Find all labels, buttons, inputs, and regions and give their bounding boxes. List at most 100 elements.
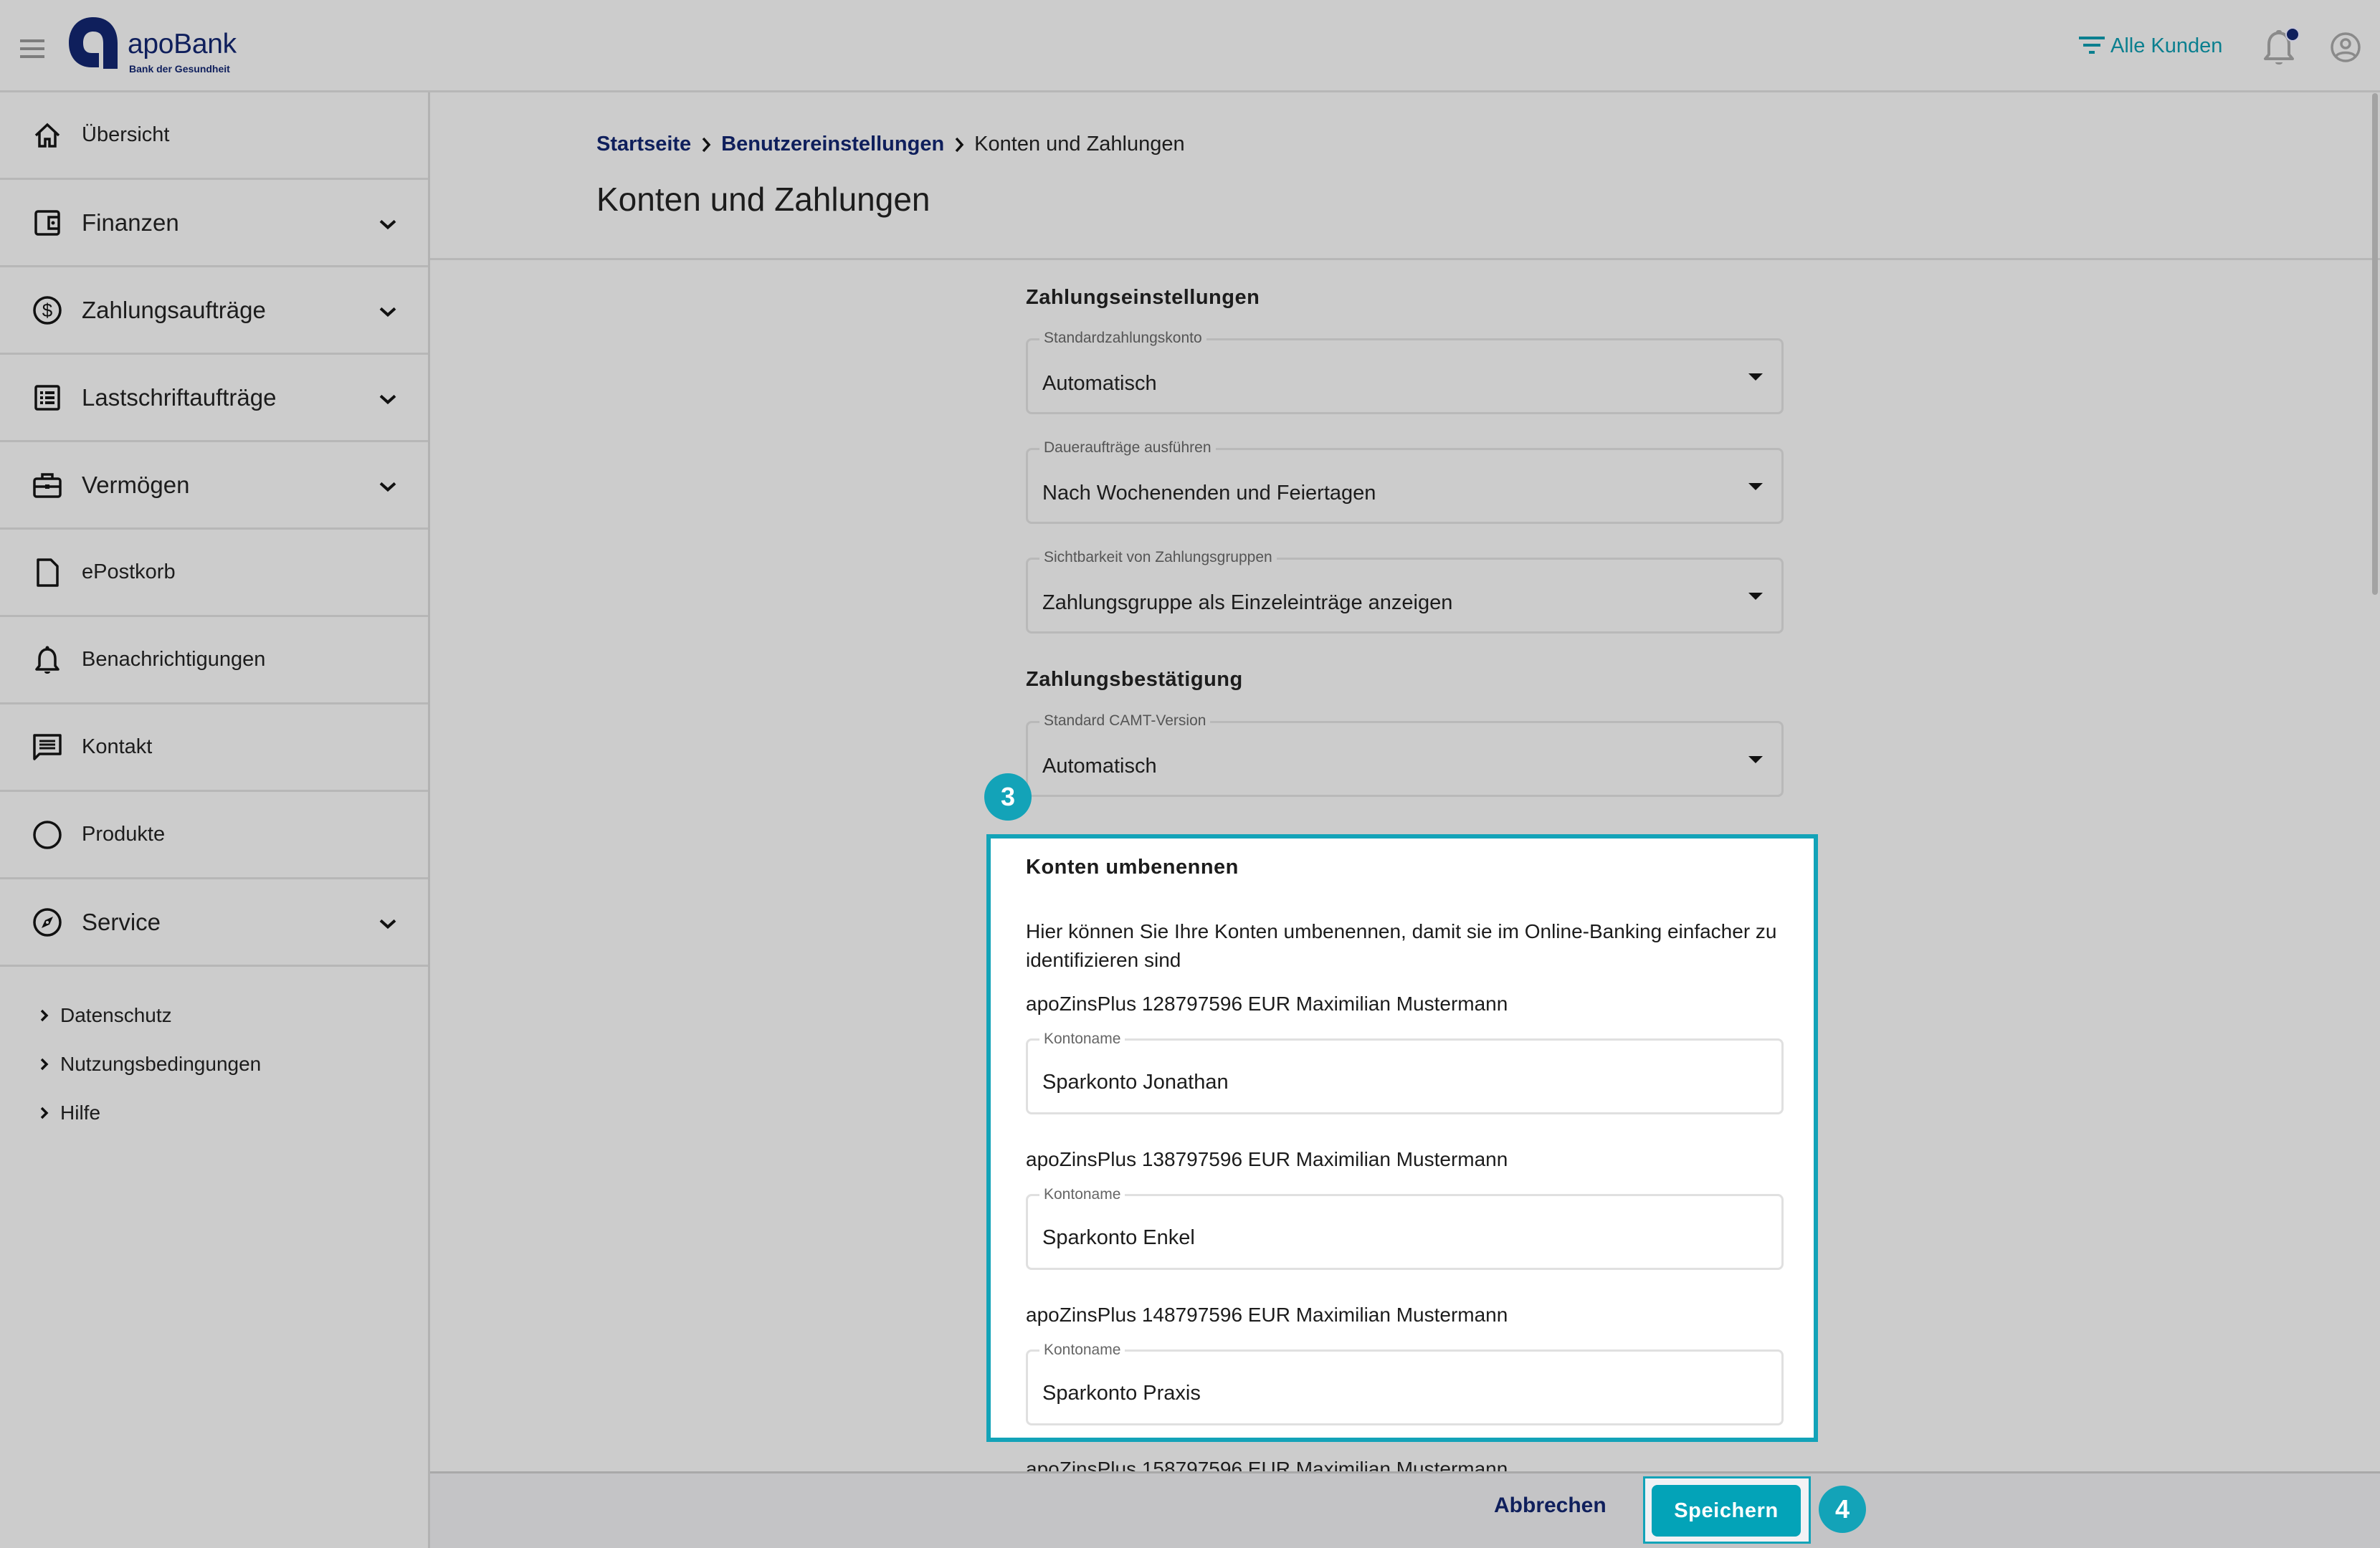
sidebar-item-label: Finanzen [82,209,179,236]
chevron-down-icon [379,394,396,404]
sidebar-item-label: Übersicht [82,123,170,146]
link-datenschutz[interactable]: Datenschutz [0,991,428,1040]
section-title-zahlungsbestaetigung: Zahlungsbestätigung [1026,668,1243,691]
select-dauerauftraege-ausfuehren[interactable]: Daueraufträge ausführen Nach Wochenenden… [1026,439,1784,524]
section-title-zahlungseinstellungen: Zahlungseinstellungen [1026,286,1260,309]
apobank-logo-mark-icon [69,17,118,69]
footer-link-label: Datenschutz [60,1004,172,1026]
dropdown-arrow-icon [1748,756,1763,763]
page-title: Konten und Zahlungen [596,181,930,218]
svg-text:$: $ [42,300,53,321]
select-standard-camt-version[interactable]: Standard CAMT-Version Automatisch [1026,712,1784,797]
footer-link-label: Nutzungsbedingungen [60,1053,262,1075]
select-standardzahlungskonto[interactable]: Standardzahlungskonto Automatisch [1026,329,1784,414]
dropdown-arrow-icon [1748,593,1763,600]
compass-icon [32,907,63,938]
sidebar-item-benachrichtigungen[interactable]: Benachrichtigungen [0,617,428,704]
sidebar-item-vermoegen[interactable]: Vermögen [0,442,428,530]
breadcrumb-benutzereinstellungen[interactable]: Benutzereinstellungen [721,133,944,156]
account-label: apoZinsPlus 148797596 EUR Maximilian Mus… [1026,1304,1508,1326]
field-value: Sparkonto Praxis [1042,1382,1201,1405]
chevron-right-icon [40,1058,49,1071]
sidebar-navigation: Übersicht Finanzen $ Zahlungsaufträge La… [0,92,430,1548]
list-icon [32,382,63,414]
rename-accounts-description: Hier können Sie Ihre Konten umbenennen, … [1026,920,1777,971]
customer-filter-button[interactable]: Alle Kunden [2079,32,2222,60]
field-value: Zahlungsgruppe als Einzeleinträge anzeig… [1042,591,1453,614]
sidebar-item-service[interactable]: Service [0,879,428,967]
sidebar-item-label: Zahlungsaufträge [82,296,266,323]
field-label: Kontoname [1039,1342,1125,1359]
filter-icon [2079,37,2105,54]
content-header: Startseite Benutzereinstellungen Konten … [430,92,2380,260]
scrollbar-thumb[interactable] [2372,93,2378,595]
customer-filter-label: Alle Kunden [2110,34,2223,57]
chevron-right-icon [40,1107,49,1119]
chevron-down-icon [379,482,396,492]
field-label: Kontoname [1039,1031,1125,1048]
sidebar-item-label: Vermögen [82,471,190,498]
account-name-input[interactable]: Kontoname Sparkonto Praxis [1026,1342,1784,1425]
breadcrumb: Startseite Benutzereinstellungen Konten … [596,133,1185,156]
top-bar: apoBank Bank der Gesundheit Alle Kunden [0,0,2380,92]
chevron-right-icon [954,136,964,153]
dollar-circle-icon: $ [32,295,63,326]
sidebar-item-uebersicht[interactable]: Übersicht [0,92,428,180]
field-label: Kontoname [1039,1186,1125,1203]
sidebar-item-zahlungsauftraege[interactable]: $ Zahlungsaufträge [0,267,428,355]
brand-name: apoBank [128,29,237,59]
wallet-icon [32,207,63,239]
document-icon [32,557,63,588]
link-nutzungsbedingungen[interactable]: Nutzungsbedingungen [0,1040,428,1089]
unread-notification-dot [2285,27,2300,42]
account-name-input[interactable]: Kontoname Sparkonto Jonathan [1026,1031,1784,1114]
field-value: Sparkonto Jonathan [1042,1071,1229,1094]
action-bar [430,1471,2380,1548]
circle-icon [32,819,63,851]
rename-accounts-panel: Konten umbenennen Hier können Sie Ihre K… [986,834,1818,1442]
chevron-right-icon [701,136,711,153]
sidebar-item-label: Kontakt [82,735,153,758]
bell-icon [32,644,63,676]
field-value: Sparkonto Enkel [1042,1226,1195,1249]
brand-tagline: Bank der Gesundheit [129,63,230,75]
sidebar-item-label: Lastschriftaufträge [82,383,277,411]
field-label: Sichtbarkeit von Zahlungsgruppen [1039,548,1277,567]
step-badge-4: 4 [1819,1486,1866,1533]
briefcase-icon [32,469,63,501]
sidebar-item-lastschriftauftraege[interactable]: Lastschriftaufträge [0,355,428,442]
sidebar-item-finanzen[interactable]: Finanzen [0,180,428,267]
field-label: Standard CAMT-Version [1039,712,1211,730]
breadcrumb-startseite[interactable]: Startseite [596,133,691,156]
sidebar-item-label: Produkte [82,823,166,846]
chat-icon [32,732,63,763]
hamburger-menu-icon[interactable] [20,39,44,58]
save-button[interactable]: Speichern [1652,1485,1801,1537]
field-value: Automatisch [1042,372,1157,395]
dropdown-arrow-icon [1748,483,1763,490]
account-name-input[interactable]: Kontoname Sparkonto Enkel [1026,1186,1784,1270]
account-label: apoZinsPlus 138797596 EUR Maximilian Mus… [1026,1148,1508,1170]
field-value: Automatisch [1042,755,1157,778]
sidebar-item-epostkorb[interactable]: ePostkorb [0,530,428,617]
sidebar-item-label: Benachrichtigungen [82,648,266,671]
sidebar-item-label: ePostkorb [82,560,176,583]
breadcrumb-current: Konten und Zahlungen [974,133,1185,156]
step-badge-3: 3 [984,773,1032,821]
home-icon [32,120,63,151]
field-label: Standardzahlungskonto [1039,329,1206,348]
chevron-down-icon [379,219,396,229]
account-circle-icon[interactable] [2330,32,2361,63]
section-title-konten-umbenennen: Konten umbenennen [1026,856,1239,879]
brand-logo[interactable]: apoBank Bank der Gesundheit [67,16,254,77]
field-value: Nach Wochenenden und Feiertagen [1042,482,1376,505]
sidebar-item-kontakt[interactable]: Kontakt [0,704,428,792]
chevron-down-icon [379,307,396,317]
sidebar-item-produkte[interactable]: Produkte [0,792,428,879]
select-sichtbarkeit-zahlungsgruppen[interactable]: Sichtbarkeit von Zahlungsgruppen Zahlung… [1026,548,1784,634]
cancel-button[interactable]: Abbrechen [1494,1494,1606,1518]
field-label: Daueraufträge ausführen [1039,439,1216,457]
chevron-right-icon [40,1009,49,1022]
footer-link-label: Hilfe [60,1102,101,1124]
link-hilfe[interactable]: Hilfe [0,1089,428,1137]
